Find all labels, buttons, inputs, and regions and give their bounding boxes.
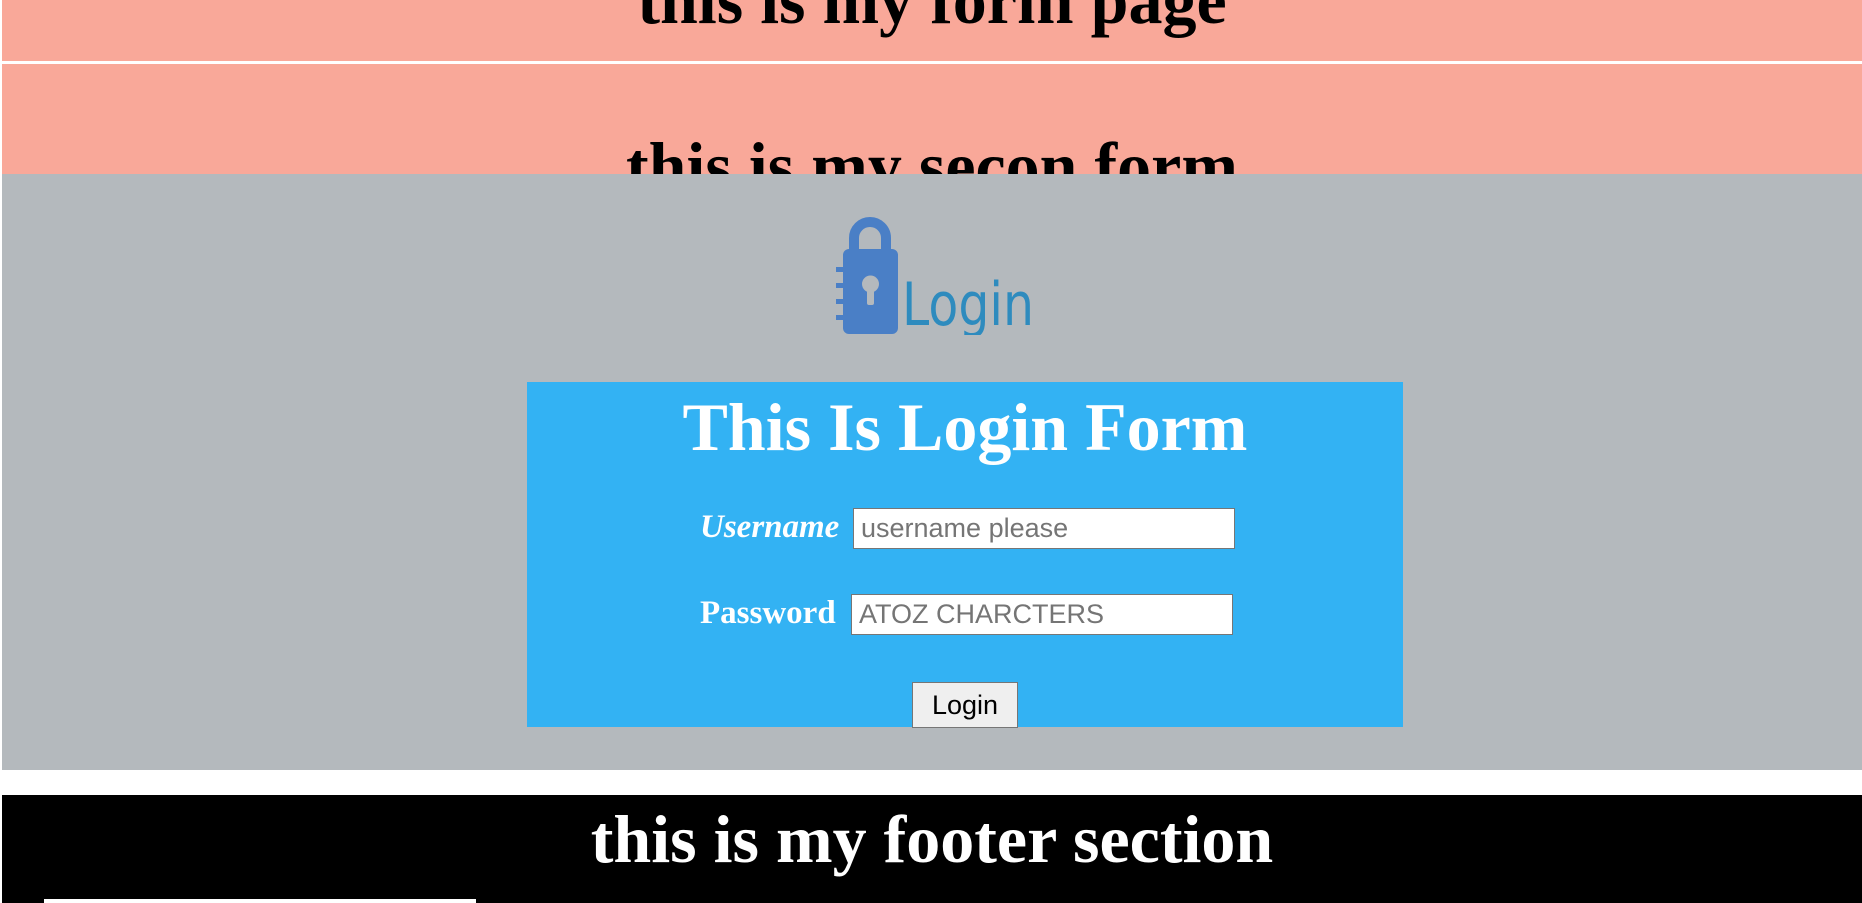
login-form: This Is Login Form Username Password Log…	[527, 382, 1403, 728]
header-secondary: this is my secon form	[2, 64, 1862, 200]
password-input[interactable]	[851, 594, 1233, 635]
main-section: Login This Is Login Form Username Passwo…	[2, 174, 1862, 770]
lock-icon	[836, 217, 898, 334]
login-logo: Login	[836, 217, 1034, 335]
footer-heading: this is my footer section	[590, 801, 1274, 877]
username-label: Username	[700, 509, 840, 545]
password-label: Password	[700, 595, 836, 631]
login-form-title: This Is Login Form	[682, 389, 1248, 465]
page: this is my form page this is my secon fo…	[0, 0, 1862, 903]
header-primary: this is my form page	[2, 0, 1862, 61]
username-input[interactable]	[853, 508, 1235, 549]
login-button[interactable]: Login	[912, 682, 1018, 728]
logo-text: Login	[902, 270, 1034, 335]
footer-divider	[44, 899, 476, 903]
footer: this is my footer section	[2, 795, 1862, 903]
primary-heading: this is my form page	[637, 0, 1227, 38]
